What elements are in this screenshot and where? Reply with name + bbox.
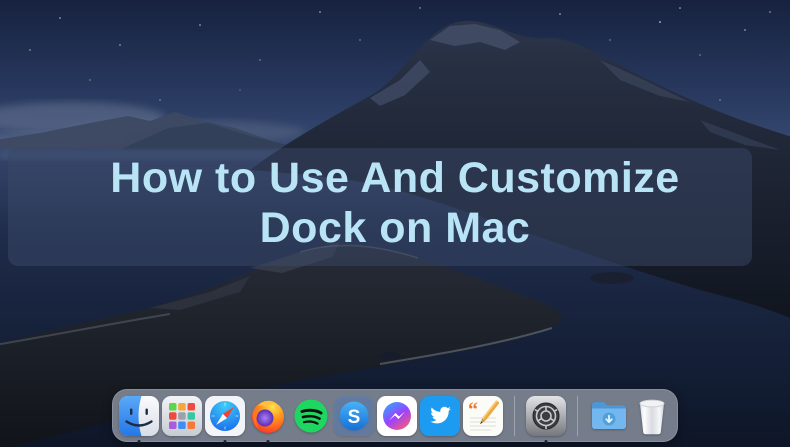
dock-item-skype[interactable]: S [334,396,374,436]
dock-divider [577,396,578,436]
running-indicator [267,440,270,443]
dock-item-textedit[interactable]: “ [463,396,503,436]
dock-item-messenger[interactable] [377,396,417,436]
running-indicator [545,440,548,443]
svg-text:S: S [348,407,361,428]
dock-item-spotify[interactable] [291,396,331,436]
desktop-screen: How to Use And Customize Dock on Mac S“ [0,0,790,447]
dock-item-twitter[interactable] [420,396,460,436]
dock-item-trash[interactable] [632,396,672,436]
system-preferences-icon [526,396,566,436]
dock-item-finder[interactable] [119,396,159,436]
svg-text:“: “ [468,399,478,421]
page-title-line1: How to Use And Customize [0,153,790,203]
downloads-folder-icon [589,396,629,436]
messenger-icon [377,396,417,436]
dock-item-system-preferences[interactable] [526,396,566,436]
page-title: How to Use And Customize Dock on Mac [0,153,790,253]
spotify-icon [291,396,331,436]
dock-divider [514,396,515,436]
dock-item-launchpad[interactable] [162,396,202,436]
trash-icon [632,396,672,436]
launchpad-icon [162,396,202,436]
dock-item-firefox[interactable] [248,396,288,436]
page-title-line2: Dock on Mac [0,203,790,253]
running-indicator [138,440,141,443]
twitter-icon [420,396,460,436]
safari-icon [205,396,245,436]
dock-item-downloads[interactable] [589,396,629,436]
finder-icon [119,396,159,436]
dock: S“ [112,389,678,442]
textedit-icon: “ [463,396,503,436]
skype-icon: S [334,396,374,436]
running-indicator [224,440,227,443]
firefox-icon [248,396,288,436]
dock-item-safari[interactable] [205,396,245,436]
